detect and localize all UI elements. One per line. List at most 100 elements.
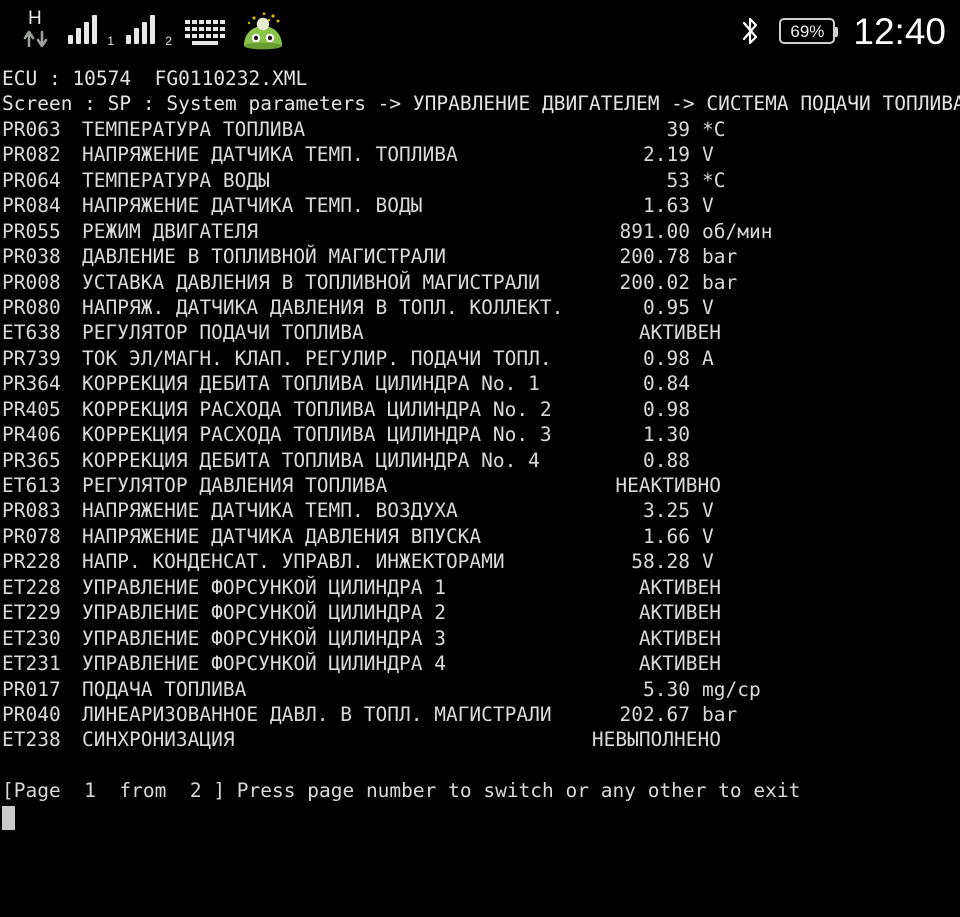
data-transfer-arrows-icon [22, 29, 52, 51]
parameter-row: ET613 РЕГУЛЯТОР ДАВЛЕНИЯ ТОПЛИВА НЕАКТИВНО [0, 473, 960, 498]
parameter-value: 0.95 [643, 295, 690, 319]
parameter-code: PR017 [2, 677, 61, 701]
ecu-header-line: ECU : 10574 FG0110232.XML [2, 67, 308, 90]
parameter-row: PR365 КОРРЕКЦИЯ ДЕБИТА ТОПЛИВА ЦИЛИНДРА N… [0, 448, 960, 473]
android-status-bar: H 1 2 69% 12:40 [0, 0, 960, 62]
sim2-index-label: 2 [165, 34, 172, 48]
parameter-row: PR078 НАПРЯЖЕНИЕ ДАТЧИКА ДАВЛЕНИЯ ВПУСКА 1… [0, 524, 960, 549]
parameter-code: PR405 [2, 397, 61, 421]
parameter-code: PR365 [2, 448, 61, 472]
parameter-label: ТЕМПЕРАТУРА ВОДЫ [82, 168, 270, 192]
parameter-unit: mg/cp [702, 677, 761, 701]
parameter-value: 891.00 [619, 219, 690, 243]
keyboard-icon [184, 16, 228, 46]
signal-bars-sim2-icon: 2 [126, 14, 172, 48]
battery-indicator: 69% [779, 18, 839, 44]
parameter-row: PR406 КОРРЕКЦИЯ РАСХОДА ТОПЛИВА ЦИЛИНДРА … [0, 422, 960, 447]
parameter-value: 2.19 [643, 143, 690, 167]
terminal-cursor [2, 805, 15, 830]
parameter-unit: V [702, 295, 714, 319]
parameter-row: PR055 РЕЖИМ ДВИГАТЕЛЯ 891.00 об/мин [0, 219, 960, 244]
parameter-state-value: АКТИВЕН [638, 652, 721, 676]
screen-breadcrumb-line: Screen : SP : System parameters -> УПРАВ… [2, 92, 960, 116]
parameter-value: 1.63 [643, 194, 690, 218]
parameter-value: 3.25 [643, 499, 690, 523]
parameter-unit: V [702, 550, 714, 574]
parameter-value: 202.67 [619, 702, 690, 726]
parameter-row: ET238 СИНХРОНИЗАЦИЯ НЕВЫПОЛНЕНО [0, 727, 960, 752]
parameter-value: 0.98 [643, 397, 690, 421]
parameter-value: 0.84 [643, 372, 690, 396]
parameter-list: PR063 ТЕМПЕРАТУРА ТОПЛИВА 39 *C PR082 НАПРЯЖЕ… [0, 117, 960, 753]
parameter-code: ET638 [2, 321, 61, 345]
parameter-code: PR364 [2, 372, 61, 396]
parameter-unit: V [702, 499, 714, 523]
parameter-value: 0.88 [643, 448, 690, 472]
parameter-code: ET613 [2, 474, 61, 497]
parameter-unit: bar [702, 270, 738, 294]
parameter-label: ТЕМПЕРАТУРА ТОПЛИВА [82, 117, 306, 141]
parameter-row: PR084 НАПРЯЖЕНИЕ ДАТЧИКА ТЕМП. ВОДЫ 1.63 V [0, 193, 960, 218]
parameter-unit: bar [702, 245, 738, 269]
parameter-label: РЕГУЛЯТОР ДАВЛЕНИЯ ТОПЛИВА [82, 474, 388, 497]
parameter-label: ПОДАЧА ТОПЛИВА [82, 677, 247, 701]
parameter-value: 1.30 [643, 423, 690, 447]
sim1-index-label: 1 [107, 34, 114, 48]
parameter-code: PR064 [2, 168, 61, 192]
parameter-code: ET229 [2, 601, 61, 625]
parameter-unit: V [702, 194, 714, 218]
parameter-code: PR084 [2, 194, 61, 218]
parameter-unit: об/мин [702, 219, 773, 243]
parameter-unit: *C [702, 168, 726, 192]
parameter-code: PR063 [2, 117, 61, 141]
bluetooth-icon [739, 14, 761, 48]
parameter-code: ET231 [2, 652, 61, 676]
parameter-row: PR082 НАПРЯЖЕНИЕ ДАТЧИКА ТЕМП. ТОПЛИВА 2.1… [0, 142, 960, 167]
parameter-label: СИНХРОНИЗАЦИЯ [82, 728, 235, 752]
parameter-row: PR064 ТЕМПЕРАТУРА ВОДЫ 53 *C [0, 168, 960, 193]
parameter-code: PR055 [2, 219, 61, 243]
diagnostic-terminal-output: ECU : 10574 FG0110232.XML Screen : SP : … [0, 62, 960, 917]
parameter-row: ET228 УПРАВЛЕНИЕ ФОРСУНКОЙ ЦИЛИНДРА 1 АКТИ… [0, 575, 960, 600]
parameter-code: PR008 [2, 270, 61, 294]
parameter-label: РЕЖИМ ДВИГАТЕЛЯ [82, 219, 259, 243]
h-network-icon: H [22, 8, 56, 51]
status-bar-right-icons: 69% 12:40 [739, 0, 950, 62]
parameter-value: 5.30 [643, 677, 690, 701]
parameter-state-value: НЕВЫПОЛНЕНО [591, 728, 721, 752]
parameter-row: PR063 ТЕМПЕРАТУРА ТОПЛИВА 39 *C [0, 117, 960, 142]
parameter-value: 39 [666, 117, 690, 141]
parameter-unit: bar [702, 702, 738, 726]
parameter-code: PR038 [2, 245, 61, 269]
parameter-unit: *C [702, 117, 726, 141]
parameter-code: PR406 [2, 423, 61, 447]
signal-bars-sim1-icon: 1 [68, 14, 114, 48]
parameter-row: PR017 ПОДАЧА ТОПЛИВА 5.30 mg/cp [0, 677, 960, 702]
parameter-value: 0.98 [643, 346, 690, 370]
battery-percent-label: 69% [790, 21, 825, 41]
h-network-label: H [28, 8, 42, 29]
parameter-code: ET238 [2, 728, 61, 752]
parameter-label: НАПРЯЖЕНИЕ ДАТЧИКА ТЕМП. ВОДЫ [82, 194, 423, 218]
parameter-code: PR040 [2, 702, 61, 726]
signal-bars-sim2-bars [126, 14, 155, 44]
parameter-code: PR739 [2, 346, 61, 370]
parameter-code: PR083 [2, 499, 61, 523]
parameter-row: PR739 ТОК ЭЛ/МАГН. КЛАП. РЕГУЛИР. ПОДАЧИ … [0, 346, 960, 371]
parameter-row: PR038 ДАВЛЕНИЕ В ТОПЛИВНОЙ МАГИСТРАЛИ 200.… [0, 244, 960, 269]
parameter-row: PR364 КОРРЕКЦИЯ ДЕБИТА ТОПЛИВА ЦИЛИНДРА N… [0, 371, 960, 396]
parameter-code: PR082 [2, 143, 61, 167]
parameter-value: 58.28 [631, 550, 690, 574]
parameter-label: РЕГУЛЯТОР ПОДАЧИ ТОПЛИВА [82, 321, 364, 345]
status-bar-left-icons: H 1 2 [22, 0, 286, 62]
parameter-unit: A [702, 346, 714, 370]
parameter-row: ET229 УПРАВЛЕНИЕ ФОРСУНКОЙ ЦИЛИНДРА 2 АКТИ… [0, 600, 960, 625]
parameter-row: PR040 ЛИНЕАРИЗОВАННОЕ ДАВЛ. В ТОПЛ. МАГИС… [0, 702, 960, 727]
parameter-state-value: АКТИВЕН [638, 626, 721, 650]
page-footer-line: [Page 1 from 2 ] Press page number to sw… [2, 779, 801, 803]
parameter-code: ET228 [2, 575, 61, 599]
parameter-code: PR228 [2, 550, 61, 574]
parameter-value: 200.02 [619, 270, 690, 294]
parameter-row: ET638 РЕГУЛЯТОР ПОДАЧИ ТОПЛИВА АКТИВЕН [0, 320, 960, 345]
